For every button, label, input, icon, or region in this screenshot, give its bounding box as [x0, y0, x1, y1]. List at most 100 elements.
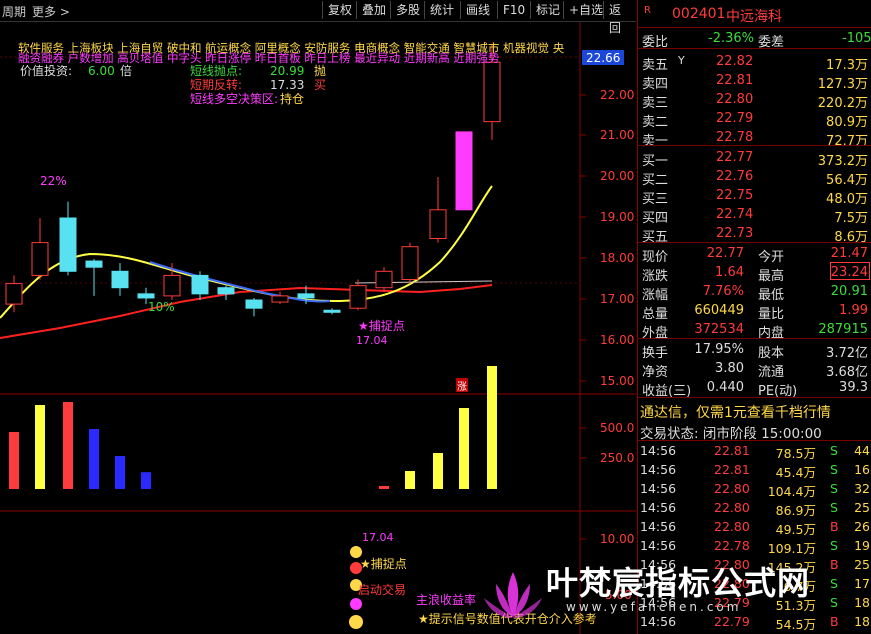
- tick-direction: S: [830, 462, 838, 477]
- candle-body: [429, 209, 447, 240]
- tick-row: 14:56 22.78 109.1万 S 19: [638, 537, 871, 556]
- tick-count: 16: [854, 462, 870, 477]
- tick-time: 14:56: [640, 500, 677, 515]
- tick-price: 22.80: [714, 481, 750, 496]
- ask-row[interactable]: 卖三 22.80 220.2万: [638, 90, 871, 111]
- price-axis-label: 17.00: [600, 292, 634, 306]
- bid-price: 22.75: [716, 188, 754, 203]
- candle-body: [297, 293, 315, 299]
- indicator-catch: ★捕捉点: [360, 556, 407, 571]
- tick-volume: 86.9万: [775, 503, 816, 518]
- volume-axis-250: 250.0: [600, 451, 634, 465]
- indicator-signal-5: [349, 615, 363, 629]
- ask-label: 卖一: [642, 134, 669, 149]
- ask-row[interactable]: 卖四 22.81 127.3万: [638, 71, 871, 92]
- short-sell-value: 20.99: [270, 64, 304, 78]
- stat-row: 外盘 372534 内盘 287915: [638, 320, 871, 341]
- tick-price: 22.80: [714, 500, 750, 515]
- stat2-value-2: 39.3: [839, 380, 868, 395]
- tick-volume: 49.5万: [775, 522, 816, 537]
- watermark-title: 叶梵宸指标公式网: [546, 564, 811, 602]
- tick-count: 25: [854, 500, 870, 515]
- stock-header[interactable]: R 002401 中远海科: [638, 4, 871, 26]
- tick-count: 32: [854, 481, 870, 496]
- indicator-axis-10: 10.00: [600, 532, 634, 546]
- ma-long-line: [0, 284, 493, 339]
- short-sell-label: 短线抛点:: [190, 63, 242, 78]
- tick-time: 14:56: [640, 443, 677, 458]
- volume-bar: [433, 453, 443, 489]
- ask-row[interactable]: 卖二 22.79 80.9万: [638, 109, 871, 130]
- tick-row: 14:56 22.81 78.5万 S 44: [638, 442, 871, 461]
- decision-value: 持仓: [280, 91, 304, 106]
- short-sell-action: 抛: [314, 63, 326, 78]
- weibi-value: -2.36%: [708, 31, 754, 46]
- stat-row: 总量 660449 量比 1.99: [638, 301, 871, 322]
- high-highlight-box: [830, 262, 870, 280]
- tick-volume: 78.5万: [775, 446, 816, 461]
- ask-price: 22.81: [716, 73, 754, 88]
- candle-body: [59, 217, 77, 272]
- candle-body: [401, 246, 419, 280]
- candle-body: [5, 283, 23, 305]
- candle-body: [375, 270, 393, 289]
- ask-row[interactable]: 卖五 Y 22.82 17.3万: [638, 52, 871, 73]
- bid-price: 22.76: [716, 169, 754, 184]
- tick-direction: S: [830, 481, 838, 496]
- price-axis-label: 21.00: [600, 128, 634, 142]
- candle-body: [271, 295, 289, 303]
- trade-status-row: 交易状态: 闭市阶段 15:00:00: [638, 420, 871, 442]
- tick-direction: S: [830, 538, 838, 553]
- volume-bar: [487, 366, 497, 489]
- short-rebound-value: 17.33: [270, 78, 304, 92]
- tick-price: 22.80: [714, 519, 750, 534]
- candle-body: [163, 274, 181, 297]
- decision-label: 短线多空决策区:: [190, 92, 278, 106]
- candle-body: [85, 260, 103, 268]
- value-investing-num: 6.00: [88, 64, 115, 78]
- tick-volume: 109.1万: [767, 541, 816, 556]
- tick-volume: 45.4万: [775, 465, 816, 480]
- stat-value: 660449: [694, 303, 744, 318]
- volume-bar: [405, 471, 415, 489]
- limit-up-mark-text: 涨: [457, 381, 467, 393]
- value-investing-unit: 倍: [120, 63, 132, 78]
- candle-body: [245, 299, 263, 309]
- price-axis-label: 16.00: [600, 333, 634, 347]
- pct-bottom-label: 10%: [148, 300, 175, 314]
- chart-canvas[interactable]: 22.00 21.00 20.00 19.00 18.00 17.00 16.00 15.00…: [0, 0, 636, 634]
- catch-point-label: ★捕捉点: [358, 318, 405, 333]
- tick-count: 44: [854, 443, 870, 458]
- price-axis-label: 20.00: [600, 169, 634, 183]
- bid-row[interactable]: 买二 22.76 56.4万: [638, 167, 871, 188]
- stat2-row: 净资 3.80 流通 3.68亿: [638, 359, 871, 380]
- bid-row[interactable]: 买五 22.73 8.6万: [638, 224, 871, 245]
- price-axis: 22.00 21.00 20.00 19.00 18.00 17.00 16.00 15.00: [580, 88, 634, 388]
- price-axis-label: 18.00: [600, 251, 634, 265]
- bid-row[interactable]: 买四 22.74 7.5万: [638, 205, 871, 226]
- bid-row[interactable]: 买三 22.75 48.0万: [638, 186, 871, 207]
- bid-row[interactable]: 买一 22.77 373.2万: [638, 148, 871, 169]
- volume-axis-500: 500.0: [600, 421, 634, 435]
- stat-value: 22.77: [706, 246, 744, 261]
- tick-price: 22.78: [714, 538, 750, 553]
- tick-row: 14:56 22.81 45.4万 S 16: [638, 461, 871, 480]
- stat-value: 1.64: [715, 265, 744, 280]
- volume-bar: [9, 432, 19, 489]
- tick-time: 14:56: [640, 462, 677, 477]
- candle-body: [31, 242, 49, 276]
- promo-row[interactable]: 通达信，仅需1元查看千档行情: [638, 400, 871, 421]
- stat-value: 7.76%: [702, 284, 744, 299]
- value-investing-label: 价值投资:: [20, 63, 72, 78]
- candle-body: [455, 131, 473, 211]
- ask-volume: 72.7万: [826, 134, 868, 149]
- promo-text: 通达信，仅需1元查看千档行情: [640, 405, 831, 421]
- weibi-row: 委比 -2.36% 委差 -105: [638, 29, 871, 50]
- r-mark: R: [644, 5, 651, 16]
- ask-price: 22.80: [716, 92, 754, 107]
- stock-code: 002401: [672, 6, 726, 22]
- tick-time: 14:56: [640, 538, 677, 553]
- volume-bar: [89, 429, 99, 489]
- indicator-signal-4: [350, 598, 362, 610]
- volume-bar: [35, 405, 45, 489]
